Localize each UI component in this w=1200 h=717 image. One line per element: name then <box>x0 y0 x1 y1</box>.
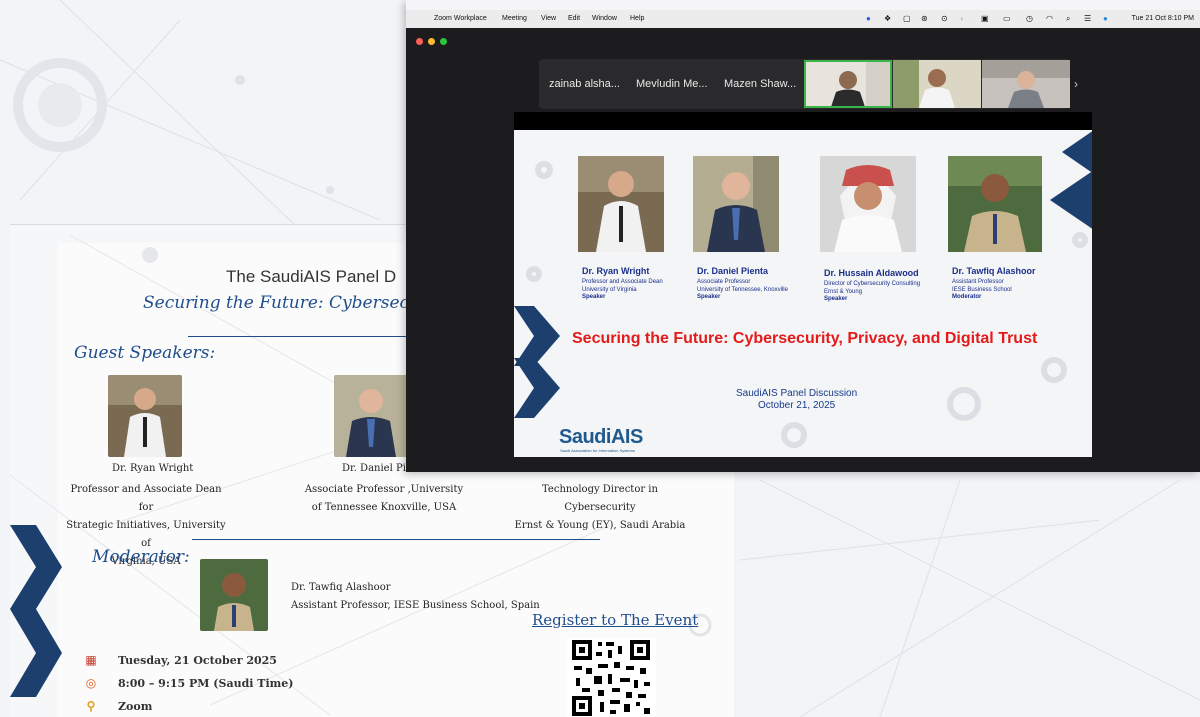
dropbox-icon[interactable]: ❖ <box>884 14 891 23</box>
search-icon[interactable]: ⌕ <box>1066 14 1070 24</box>
event-platform: Zoom <box>118 700 153 713</box>
slide-speaker-detail-line: Professor and Associate Dean <box>582 279 663 285</box>
speaker-name: Dr. Ryan Wright <box>112 463 194 474</box>
slide-speaker-detail-line: University of Virginia <box>582 287 637 293</box>
speaker-desc-line: Professor and Associate Dean for <box>70 484 222 513</box>
menu-meeting[interactable]: Meeting <box>502 15 527 22</box>
moderator-heading: Moderator: <box>92 547 190 567</box>
clipboard-icon[interactable]: ▢ <box>903 14 911 23</box>
flyer-divider-middle <box>192 539 600 540</box>
slide-speaker-detail-line: Ernst & Young <box>824 289 863 295</box>
siri-icon[interactable]: ● <box>1103 14 1108 23</box>
slide-speaker-photo <box>820 156 916 252</box>
flyer-title: The SaudiAIS Panel D <box>226 267 397 286</box>
slide-speaker-detail-line: Assistant Professor <box>952 279 1004 285</box>
speaker-description: Technology Director in Cybersecurity Ern… <box>510 481 690 535</box>
speaker-desc-line: Technology Director in Cybersecurity <box>542 484 658 513</box>
control-center-icon[interactable]: ☰ <box>1084 14 1091 23</box>
event-time-row: ◎ 8:00 – 9:15 PM (Saudi Time) <box>82 676 294 690</box>
slide-speaker-detail: Associate Professor University of Tennes… <box>697 278 788 294</box>
zoom-window-button[interactable] <box>440 38 447 45</box>
slide-speaker-role: Moderator <box>952 294 982 300</box>
slide-speaker-detail-line: Associate Professor <box>697 279 751 285</box>
menu-bar-clock[interactable]: Tue 21 Oct 8:10 PM <box>1132 15 1194 22</box>
participant-video[interactable] <box>893 60 981 108</box>
speaker-desc-line: of Tennessee Knoxville, USA <box>311 502 457 513</box>
chatgpt-icon[interactable]: ⊛ <box>921 14 928 23</box>
slide-title: Securing the Future: Cybersecurity, Priv… <box>572 330 1038 347</box>
saudiais-logo-tagline: Saudi Association for Information System… <box>560 448 635 453</box>
zoom-meeting-window: Zoom Workplace Meeting View Edit Window … <box>406 0 1200 472</box>
mac-menu-bar: Zoom Workplace Meeting View Edit Window … <box>406 10 1200 28</box>
participant-tile-name[interactable]: Mevludin Me... <box>636 78 708 90</box>
focus-icon[interactable]: ◐ <box>960 14 965 23</box>
menu-help[interactable]: Help <box>630 15 644 22</box>
slide-speaker-role: Speaker <box>697 294 721 300</box>
saudiais-logo: SaudiAIS <box>559 426 643 448</box>
slide-subtitle: SaudiAIS Panel Discussion October 21, 20… <box>736 388 857 412</box>
slide-speaker-name: Dr. Daniel Pienta <box>697 266 769 276</box>
battery-icon[interactable]: ▭ <box>1003 14 1011 23</box>
slide-speaker-role: Speaker <box>824 296 848 302</box>
screen-top-strip <box>406 0 1200 10</box>
moderator-photo <box>200 559 268 631</box>
calendar-icon: ▦ <box>85 653 97 667</box>
chevron-decoration <box>10 525 62 697</box>
slide-speaker-detail: Assistant Professor IESE Business School <box>952 278 1012 294</box>
shared-screen: Dr. Ryan Wright Professor and Associate … <box>514 112 1092 457</box>
speaker-photo-ryan-wright <box>108 375 182 457</box>
guest-speakers-heading: Guest Speakers: <box>74 343 216 363</box>
menu-view[interactable]: View <box>541 15 556 22</box>
slide-speaker-detail-line: Director of Cybersecurity Consulting <box>824 281 921 287</box>
close-window-button[interactable] <box>416 38 423 45</box>
slide-speaker-photo <box>578 156 664 252</box>
location-pin-icon: ⚲ <box>86 699 96 713</box>
menu-window[interactable]: Window <box>592 15 617 22</box>
speaker-description: Associate Professor ,University of Tenne… <box>304 481 464 517</box>
slide-speaker-detail: Professor and Associate Dean University … <box>582 278 663 294</box>
menu-edit[interactable]: Edit <box>568 15 580 22</box>
speaker-desc-line: Ernst & Young (EY), Saudi Arabia <box>514 520 686 531</box>
slide-speaker-photo <box>693 156 779 252</box>
slide-speaker-detail-line: University of Tennessee, Knoxville <box>697 287 788 293</box>
speaker-desc-line: Associate Professor ,University <box>304 484 464 495</box>
moderator-info: Dr. Tawfiq Alashoor Assistant Professor,… <box>291 579 540 615</box>
slide-content: Dr. Ryan Wright Professor and Associate … <box>514 130 1092 457</box>
speaker-photo-daniel-pienta <box>334 375 408 457</box>
slide-speaker-photo <box>948 156 1042 252</box>
participant-video[interactable] <box>982 60 1070 108</box>
event-platform-row: ⚲ Zoom <box>82 699 153 713</box>
time-machine-icon[interactable]: ◷ <box>1026 14 1033 23</box>
slide-speaker-name: Dr. Tawfiq Alashoor <box>952 266 1036 276</box>
slide-subtitle-line: October 21, 2025 <box>757 400 836 411</box>
minimize-window-button[interactable] <box>428 38 435 45</box>
slide-speaker-name: Dr. Hussain Aldawood <box>824 268 919 278</box>
moderator-name: Dr. Tawfiq Alashoor <box>291 582 391 593</box>
participant-tile-name[interactable]: zainab alsha... <box>549 78 620 90</box>
slide-speaker-role: Speaker <box>582 294 606 300</box>
event-date: Tuesday, 21 October 2025 <box>118 654 277 667</box>
participant-gallery: zainab alsha... Mevludin Me... Mazen Sha… <box>539 59 1070 109</box>
gallery-next-arrow[interactable]: › <box>1074 77 1078 91</box>
wifi-icon[interactable]: ◠ <box>1046 14 1053 23</box>
participant-tile-name[interactable]: Mazen Shaw... <box>724 78 796 90</box>
play-icon[interactable]: ⊙ <box>941 14 948 23</box>
moderator-description: Assistant Professor, IESE Business Schoo… <box>291 600 540 611</box>
slide-speaker-name: Dr. Ryan Wright <box>582 266 650 276</box>
slide-subtitle-line: SaudiAIS Panel Discussion <box>736 388 858 399</box>
event-date-row: ▦ Tuesday, 21 October 2025 <box>82 653 277 667</box>
app-menu[interactable]: Zoom Workplace <box>434 15 487 22</box>
flyer-divider-top <box>188 336 410 337</box>
event-time: 8:00 – 9:15 PM (Saudi Time) <box>118 677 294 690</box>
participant-video-active-speaker[interactable] <box>804 60 892 108</box>
keyboard-input-icon[interactable]: ▣ <box>981 14 989 23</box>
zoom-status-icon[interactable]: ● <box>866 14 871 23</box>
registration-qr-code[interactable] <box>566 638 656 717</box>
clock-icon: ◎ <box>85 676 97 690</box>
slide-speaker-detail: Director of Cybersecurity Consulting Ern… <box>824 280 920 296</box>
slide-speaker-detail-line: IESE Business School <box>952 287 1012 293</box>
register-link[interactable]: Register to The Event <box>532 611 698 629</box>
